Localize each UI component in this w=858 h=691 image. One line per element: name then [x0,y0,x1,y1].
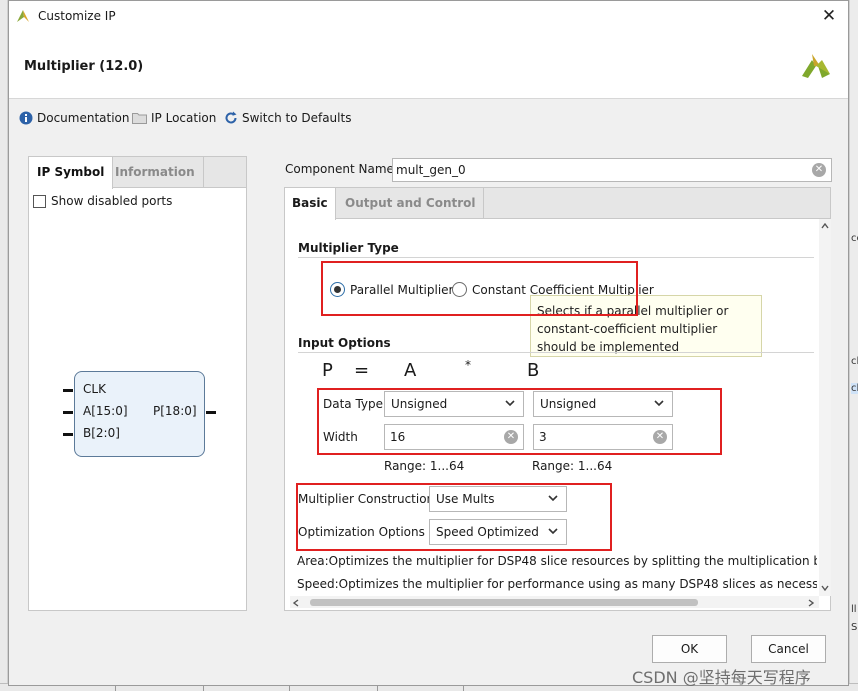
section-divider [298,257,814,258]
switch-to-defaults-button[interactable]: Switch to Defaults [224,109,351,127]
port-pin [63,389,73,392]
show-disabled-ports-label: Show disabled ports [51,194,173,208]
vertical-scrollbar[interactable] [819,219,831,596]
vivado-app-icon [17,10,29,22]
formula-a: A [404,360,417,381]
highlight-box [321,261,638,316]
a-range-label: Range: 1...64 [384,459,465,473]
background-fragment: S [851,622,858,633]
area-optimization-note: Area:Optimizes the multiplier for DSP48 … [297,554,817,568]
highlight-box [317,388,722,455]
component-name-value: mult_gen_0 [396,163,466,177]
documentation-label: Documentation [37,111,130,125]
tab-output-and-control[interactable]: Output and Control [338,188,484,219]
port-pin [63,411,73,414]
horizontal-scroll-thumb[interactable] [310,599,698,606]
show-disabled-ports-checkbox[interactable]: Show disabled ports [33,194,172,208]
port-pin [206,411,216,414]
background-window-right: ce clu clu ll S [849,0,858,691]
port-label: CLK [83,382,106,396]
info-icon [19,111,33,125]
port-label: P[18:0] [153,404,197,418]
port-label: B[2:0] [83,426,120,440]
refresh-icon [225,111,237,124]
checkbox-box[interactable] [33,194,46,208]
background-fragment: ce [851,233,858,244]
tab-basic[interactable]: Basic [285,188,336,220]
section-divider [298,352,814,353]
component-name-label: Component Name [285,162,394,176]
speed-optimization-note: Speed:Optimizes the multiplier for perfo… [297,577,817,591]
window-title: Customize IP [38,9,116,23]
ip-symbol-block: CLK A[15:0] B[2:0] P[18:0] [74,371,205,457]
toolbar: Documentation IP Location Switch to Defa… [9,105,848,129]
ok-button[interactable]: OK [652,635,727,663]
switch-to-defaults-label: Switch to Defaults [242,111,352,125]
background-fragment: clu [851,356,858,367]
scroll-up-icon[interactable] [821,223,829,229]
port-pin [63,433,73,436]
input-options-title: Input Options [298,336,391,350]
port-label: A[15:0] [83,404,128,418]
right-panel-tabs: Basic Output and Control [285,188,830,220]
b-range-label: Range: 1...64 [532,459,613,473]
ip-title: Multiplier (12.0) [24,59,144,74]
ip-location-label: IP Location [151,111,217,125]
xilinx-logo-icon [802,54,830,78]
customize-ip-dialog: Customize IP ✕ Multiplier (12.0) Documen… [8,0,849,686]
left-panel-tabs: IP Symbol Information [29,157,246,189]
folder-icon [132,113,147,124]
multiplier-type-title: Multiplier Type [298,241,399,255]
formula-b: B [527,360,540,381]
background-fragment: clu [851,383,858,394]
ip-header: Multiplier (12.0) [9,32,848,99]
component-name-input[interactable]: mult_gen_0 ✕ [392,158,832,182]
horizontal-scrollbar[interactable] [290,596,819,608]
scroll-down-icon[interactable] [821,585,829,591]
scroll-right-icon[interactable] [808,599,814,607]
documentation-button[interactable]: Documentation [19,109,130,127]
tab-ip-symbol[interactable]: IP Symbol [29,157,114,189]
tab-information[interactable]: Information [107,157,204,188]
ip-symbol-panel: IP Symbol Information Show disabled port… [28,156,247,611]
formula-equals: = [354,360,370,381]
cancel-button[interactable]: Cancel [751,635,826,663]
clear-icon[interactable]: ✕ [812,163,826,177]
watermark: CSDN @坚持每天写程序 [632,668,811,687]
background-fragment: ll [851,604,857,615]
scroll-left-icon[interactable] [293,599,299,607]
background-window-left [0,0,8,691]
formula-multiply: * [465,358,471,372]
ip-location-button[interactable]: IP Location [132,109,216,127]
title-bar: Customize IP ✕ [9,1,848,32]
highlight-box [296,483,612,551]
close-icon[interactable]: ✕ [818,5,840,27]
formula-p: P [322,360,333,381]
